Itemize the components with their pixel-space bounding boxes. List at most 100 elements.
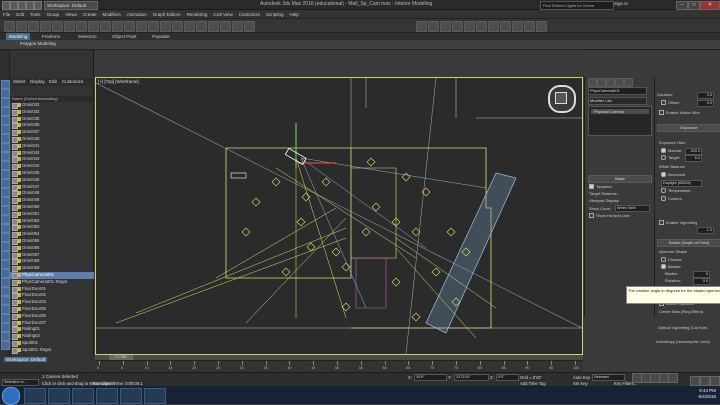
viewport-top[interactable]: [+] [Top] [Wireframe] xyxy=(95,77,583,355)
temperature-radio[interactable]: Temperature xyxy=(661,188,690,194)
list-item[interactable]: Omni055 xyxy=(10,238,94,245)
keyboard-shortcut-icon[interactable] xyxy=(196,21,207,32)
vignetting-checkbox[interactable]: Enable Vignetting xyxy=(659,220,697,226)
menu-item-edit[interactable]: Edit xyxy=(16,12,24,17)
app-logo-icon[interactable] xyxy=(2,1,10,10)
display-filter-icon[interactable] xyxy=(1,80,10,89)
angle-snap-icon[interactable] xyxy=(220,21,231,32)
list-item[interactable]: Omni056 xyxy=(10,245,94,252)
display-filter-icon[interactable] xyxy=(1,314,10,323)
motion-blur-checkbox[interactable]: Enable Motion Blur xyxy=(659,110,700,116)
list-item[interactable]: Omni036 xyxy=(10,122,94,130)
list-item[interactable]: Omni042 xyxy=(10,150,94,157)
select-and-rotate-icon[interactable] xyxy=(136,21,147,32)
list-item[interactable]: Omni045 xyxy=(10,170,94,177)
target-spinner[interactable]: 6.0 xyxy=(685,155,702,162)
render-icon[interactable] xyxy=(536,21,547,32)
display-filter-icon[interactable] xyxy=(1,143,10,152)
list-item[interactable]: Omni058 xyxy=(10,258,94,266)
list-item[interactable]: Omni057 xyxy=(10,252,94,259)
display-filter-icon[interactable] xyxy=(1,296,10,305)
auto-key-button[interactable]: Auto Key xyxy=(573,375,590,380)
list-item[interactable]: Omni040 xyxy=(10,136,94,143)
photoshop-task-icon[interactable] xyxy=(96,388,118,404)
display-tab-icon[interactable] xyxy=(624,78,633,87)
display-filter-icon[interactable] xyxy=(1,206,10,215)
menu-item-customize[interactable]: Customize xyxy=(239,12,260,17)
system-clock[interactable]: 9:44 PM 6/4/2016 xyxy=(698,388,716,400)
rollout-bokeh[interactable]: Bokeh (Depth of Field) xyxy=(657,239,720,247)
list-item[interactable]: Spot001 xyxy=(10,340,94,347)
select-icon[interactable] xyxy=(76,21,87,32)
open-file-icon[interactable] xyxy=(18,1,26,10)
z-coordinate[interactable]: 0'0" xyxy=(496,374,519,381)
menu-item-tools[interactable]: Tools xyxy=(30,12,41,17)
list-item[interactable]: Omni043 xyxy=(10,156,94,164)
menu-item-civil-view[interactable]: Civil View xyxy=(213,12,232,17)
manual-spinner[interactable]: 200.0 xyxy=(685,148,702,155)
sign-in-link[interactable]: Sign In xyxy=(614,1,628,6)
list-item[interactable]: Railing02 xyxy=(10,333,94,341)
list-item[interactable]: FloorDoor02 xyxy=(10,292,94,300)
display-filter-icon[interactable] xyxy=(1,233,10,242)
display-filter-icon[interactable] xyxy=(1,215,10,224)
menu-item-graph-editors[interactable]: Graph Editors xyxy=(153,12,181,17)
list-item[interactable]: FloorDoor06 xyxy=(10,313,94,320)
list-item[interactable]: Omni041 xyxy=(10,143,94,150)
zoom-icon[interactable] xyxy=(690,376,700,386)
display-filter-icon[interactable] xyxy=(1,134,10,143)
hierarchy-tab-icon[interactable] xyxy=(606,78,615,87)
track-bar[interactable]: 0 5 10 15 20 25 30 35 40 45 50 55 60 65 70 75 80 85 90 95 10… xyxy=(95,360,583,372)
pan-icon[interactable] xyxy=(700,376,710,386)
menu-item-group[interactable]: Group xyxy=(47,12,60,17)
y-coordinate[interactable]: 1273'10" xyxy=(454,374,489,381)
list-item[interactable]: Omni034 xyxy=(10,109,94,116)
snaps-toggle-icon[interactable] xyxy=(208,21,219,32)
list-item[interactable]: FloorDoor07 xyxy=(10,320,94,327)
list-item[interactable]: Spot002 xyxy=(10,353,94,354)
rendered-frame-icon[interactable] xyxy=(524,21,535,32)
menu-item-scripting[interactable]: Scripting xyxy=(266,12,284,17)
menu-select[interactable]: Select xyxy=(13,79,26,84)
display-filter-icon[interactable] xyxy=(1,323,10,332)
render-setup-icon[interactable] xyxy=(512,21,523,32)
minimize-button[interactable]: – xyxy=(676,1,688,10)
list-item[interactable]: PhysCamera001.Target xyxy=(10,279,94,286)
menu-item-file[interactable]: File xyxy=(3,12,10,17)
schematic-view-icon[interactable] xyxy=(488,21,499,32)
display-filter-icon[interactable] xyxy=(1,188,10,197)
manipulate-icon[interactable] xyxy=(184,21,195,32)
list-item[interactable]: Railing01 xyxy=(10,326,94,334)
display-filter-icon[interactable] xyxy=(1,251,10,260)
media-player-task-icon[interactable] xyxy=(48,388,70,404)
offset-spinner[interactable]: 0.0 xyxy=(697,100,714,107)
undo-icon[interactable] xyxy=(34,1,42,10)
list-item[interactable]: PhysCamera001 xyxy=(10,271,94,279)
close-button[interactable]: ✕ xyxy=(700,1,720,10)
tab-selection[interactable]: Selection xyxy=(78,33,97,40)
app-task-icon[interactable] xyxy=(144,388,166,404)
display-filter-icon[interactable] xyxy=(1,242,10,251)
display-filter-icon[interactable] xyxy=(1,107,10,116)
link-icon[interactable] xyxy=(28,21,39,32)
chrome-task-icon[interactable] xyxy=(72,388,94,404)
maxscript-listener[interactable]: Selection Ic ... xyxy=(2,379,39,386)
menu-edit[interactable]: Edit xyxy=(49,79,57,84)
show-cone-dropdown[interactable]: When Sele xyxy=(615,205,650,212)
display-filter-icon[interactable] xyxy=(1,125,10,134)
menu-item-views[interactable]: Views xyxy=(65,12,77,17)
rotation-spinner[interactable]: 0.0 xyxy=(693,278,710,285)
mirror-icon[interactable] xyxy=(428,21,439,32)
material-editor-icon[interactable] xyxy=(500,21,511,32)
modifier-list-dropdown[interactable]: Modifier List xyxy=(588,97,647,105)
object-name-field[interactable]: PhysCamera001 xyxy=(588,87,647,95)
reference-coordinate-icon[interactable] xyxy=(160,21,171,32)
display-filter-icon[interactable] xyxy=(1,161,10,170)
tab-object-paint[interactable]: Object Paint xyxy=(112,33,137,40)
blades-spinner[interactable]: 5 xyxy=(693,271,710,278)
go-to-end-icon[interactable] xyxy=(668,373,678,383)
spinner-snap-icon[interactable] xyxy=(244,21,255,32)
select-and-move-icon[interactable] xyxy=(124,21,135,32)
save-file-icon[interactable] xyxy=(26,1,34,10)
viewcube-icon[interactable] xyxy=(548,85,576,113)
